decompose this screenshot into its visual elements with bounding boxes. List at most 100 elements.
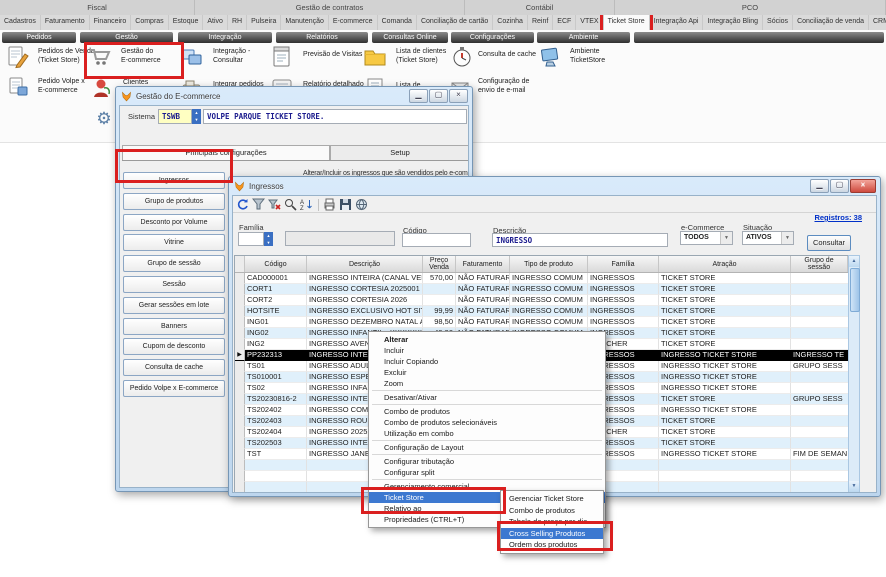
sistema-code-field[interactable]: TSWB <box>158 109 192 124</box>
filter-icon[interactable] <box>251 198 265 211</box>
ecommerce-select[interactable]: TODOS▼ <box>680 231 733 245</box>
grid-header-cell[interactable]: Tipo de produto <box>510 256 588 272</box>
search-icon[interactable] <box>283 198 297 211</box>
menubar-item-manuten-o[interactable]: Manutenção <box>281 15 329 30</box>
ribbon-item-clientes[interactable]: Clientes <box>90 76 114 100</box>
sidebar-button-vitrine[interactable]: Vitrine <box>123 234 225 251</box>
sidebar-button-sess-o[interactable]: Sessão <box>123 276 225 293</box>
table-row[interactable]: CORT1INGRESSO CORTESIA 2025001NÃO FATURA… <box>235 284 848 295</box>
menubar-item-financeiro[interactable]: Financeiro <box>90 15 132 30</box>
minimize-button[interactable]: ▁ <box>409 89 428 103</box>
clear-filter-icon[interactable] <box>267 198 281 211</box>
sidebar-button-pedido-volpe-x-e-commerce[interactable]: Pedido Volpe x E-commerce <box>123 380 225 397</box>
maximize-button[interactable]: ▢ <box>830 179 849 193</box>
grid-header-cell[interactable]: Descrição <box>307 256 423 272</box>
familia-spinner[interactable]: ▲▼ <box>264 232 273 246</box>
tab-setup[interactable]: Setup <box>330 145 469 160</box>
save-icon[interactable] <box>338 198 352 211</box>
submenu-item-combo-de-produtos[interactable]: Combo de produtos <box>501 505 603 517</box>
sidebar-button-desconto-por-volume[interactable]: Desconto por Volume <box>123 214 225 231</box>
menubar-item-integra-o-bling[interactable]: Integração Bling <box>703 15 763 30</box>
context-menu-item-zoom[interactable]: Zoom <box>369 378 605 389</box>
grid-header-cell[interactable]: Família <box>588 256 659 272</box>
window-titlebar[interactable]: Gestão do E-commerce ▁ ▢ × <box>116 87 472 104</box>
grid-header-cell[interactable]: Preço Venda <box>423 256 456 272</box>
ribbon-item-lista-clientes[interactable]: Lista de clientes (Ticket Store) <box>363 45 387 69</box>
sidebar-button-ingressos[interactable]: Ingressos <box>123 172 225 189</box>
menubar-item-integra-o-api[interactable]: Integração Api <box>650 15 704 30</box>
situacao-select[interactable]: ATIVOS▼ <box>742 231 794 245</box>
menubar-item-pulseira[interactable]: Pulseira <box>247 15 281 30</box>
menubar-item-vtex[interactable]: VTEX <box>576 15 603 30</box>
grid-header-cell[interactable]: Atração <box>659 256 791 272</box>
ribbon-item-pedido-volpe[interactable]: Pedido Volpe x E-commerce <box>6 75 30 99</box>
sidebar-button-cupom-de-desconto[interactable]: Cupom de desconto <box>123 338 225 355</box>
table-row[interactable]: CAD000001INGRESSO INTEIRA (CANAL VENDA H… <box>235 273 848 284</box>
menubar-item-cadastros[interactable]: Cadastros <box>0 15 41 30</box>
close-button[interactable]: × <box>449 89 468 103</box>
context-menu-item-desativar-ativar[interactable]: Desativar/Ativar <box>369 392 605 403</box>
menubar-item-faturamento[interactable]: Faturamento <box>41 15 90 30</box>
submenu-item-cross-selling-produtos[interactable]: Cross Selling Produtos <box>501 528 603 540</box>
context-menu-item-excluir[interactable]: Excluir <box>369 367 605 378</box>
context-menu-item-configura-o-de-layout[interactable]: Configuração de Layout <box>369 442 605 453</box>
sidebar-button-grupo-de-sess-o[interactable]: Grupo de sessão <box>123 255 225 272</box>
refresh-icon[interactable] <box>235 198 249 211</box>
records-count-link[interactable]: Registros: 38 <box>814 213 862 222</box>
context-menu-item-incluir[interactable]: Incluir <box>369 345 605 356</box>
codigo-input[interactable] <box>402 233 471 247</box>
sort-az-icon[interactable]: AZ <box>299 198 313 211</box>
ribbon-item-gestao-ecommerce[interactable]: Gestão do E-commerce <box>88 45 112 69</box>
ribbon-item-pedidos-de-venda[interactable]: Pedidos de Venda (Ticket Store) <box>6 45 30 69</box>
context-menu-item-combo-de-produtos-selecion-veis[interactable]: Combo de produtos selecionáveis <box>369 417 605 428</box>
ribbon-item-ambiente-ticketstore[interactable]: Ambiente TicketStore <box>538 45 562 69</box>
vertical-scrollbar[interactable]: ▲ ▼ <box>848 255 860 493</box>
submenu-item-gerenciar-ticket-store[interactable]: Gerenciar Ticket Store <box>501 493 603 505</box>
scroll-down-icon[interactable]: ▼ <box>849 481 859 492</box>
close-button[interactable]: × <box>850 179 876 193</box>
familia-code-input[interactable] <box>238 232 264 246</box>
context-menu-item-incluir-copiando[interactable]: Incluir Copiando <box>369 356 605 367</box>
menubar-item-ecf[interactable]: ECF <box>553 15 576 30</box>
grid-header-cell[interactable]: Faturamento <box>456 256 510 272</box>
menubar-item-reinf[interactable]: Reinf <box>528 15 553 30</box>
sidebar-button-grupo-de-produtos[interactable]: Grupo de produtos <box>123 193 225 210</box>
ribbon-item-consulta-cache[interactable]: Consulta de cache <box>450 45 474 69</box>
context-menu-item-utiliza-o-em-combo[interactable]: Utilização em combo <box>369 428 605 439</box>
menubar-item-comanda[interactable]: Comanda <box>378 15 417 30</box>
menubar-item-concilia-o-de-cart-o[interactable]: Conciliação de cartão <box>417 15 493 30</box>
submenu-item-tabela-de-pre-o-por-dia[interactable]: Tabela de preço por dia <box>501 516 603 528</box>
print-icon[interactable] <box>322 198 336 211</box>
context-menu-item-combo-de-produtos[interactable]: Combo de produtos <box>369 406 605 417</box>
menubar-item-estoque[interactable]: Estoque <box>169 15 204 30</box>
sistema-spinner[interactable]: ▲▼ <box>192 109 201 124</box>
menubar-item-ticket-store[interactable]: Ticket Store <box>604 15 650 30</box>
context-menu-item-configurar-tributa-o[interactable]: Configurar tributação <box>369 456 605 467</box>
descricao-input[interactable]: INGRESSO <box>492 233 668 247</box>
ribbon-item-hidden[interactable]: ⚙ <box>92 106 116 130</box>
maximize-button[interactable]: ▢ <box>429 89 448 103</box>
ribbon-item-integracao-consultar[interactable]: Integração - Consultar <box>180 45 204 69</box>
table-row[interactable]: HOTSITEINGRESSO EXCLUSIVO HOT SITE99,99N… <box>235 306 848 317</box>
menubar-item-rh[interactable]: RH <box>228 15 247 30</box>
menubar-item-crm[interactable]: CRM <box>869 15 886 30</box>
sistema-name-field[interactable]: VOLPE PARQUE TICKET STORE. <box>203 109 467 124</box>
context-menu-item-alterar[interactable]: Alterar <box>369 334 605 345</box>
ribbon-item-previsao-visitas[interactable]: Previsão de Visitas <box>270 45 294 69</box>
sidebar-button-consulta-de-cache[interactable]: Consulta de cache <box>123 359 225 376</box>
grid-header-cell[interactable]: Grupo de sessão <box>791 256 848 272</box>
tab-principais-configuracoes[interactable]: Principais configurações <box>122 145 330 160</box>
table-row[interactable]: ING01INGRESSO DEZEMBRO NATAL ADULT(98,50… <box>235 317 848 328</box>
menubar-item-compras[interactable]: Compras <box>131 15 168 30</box>
web-icon[interactable] <box>354 198 368 211</box>
sidebar-button-gerar-sess-es-em-lote[interactable]: Gerar sessões em lote <box>123 297 225 314</box>
window-titlebar[interactable]: Ingressos ▁ ▢ × <box>229 177 880 194</box>
scroll-up-icon[interactable]: ▲ <box>849 256 859 267</box>
table-row[interactable]: CORT2INGRESSO CORTESIA 2026NÃO FATURARIN… <box>235 295 848 306</box>
scrollbar-thumb[interactable] <box>850 268 860 312</box>
grid-header-cell[interactable]: Código <box>245 256 307 272</box>
menubar-item-concilia-o-de-venda[interactable]: Conciliação de venda <box>793 15 869 30</box>
menubar-item-ativo[interactable]: Ativo <box>203 15 228 30</box>
sidebar-button-banners[interactable]: Banners <box>123 318 225 335</box>
consultar-button[interactable]: Consultar <box>807 235 851 251</box>
